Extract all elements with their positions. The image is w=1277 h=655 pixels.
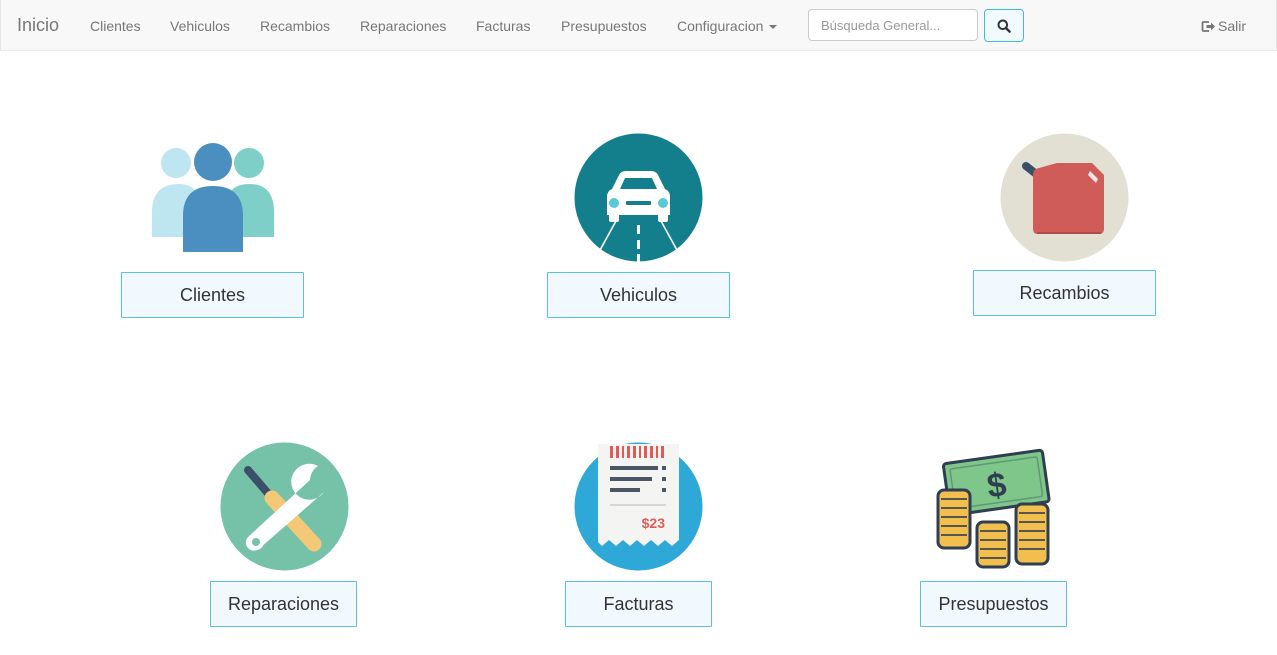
nav-presupuestos[interactable]: Presupuestos xyxy=(561,18,647,34)
tile-vehiculos-button[interactable]: Vehiculos xyxy=(547,272,730,318)
tile-clientes-button[interactable]: Clientes xyxy=(121,272,304,318)
tile-reparaciones-button[interactable]: Reparaciones xyxy=(210,581,357,627)
users-icon[interactable] xyxy=(149,140,277,254)
logout-icon xyxy=(1201,21,1215,32)
nav-clientes[interactable]: Clientes xyxy=(90,18,141,34)
nav-recambios[interactable]: Recambios xyxy=(260,18,330,34)
search-button[interactable] xyxy=(984,9,1024,42)
money-icon[interactable]: $ xyxy=(934,447,1052,571)
fuel-can-icon[interactable] xyxy=(1000,133,1129,262)
logout-link[interactable]: Salir xyxy=(1201,18,1246,34)
brand-home-link[interactable]: Inicio xyxy=(17,15,59,36)
receipt-amount: $23 xyxy=(642,515,666,531)
caret-down-icon xyxy=(769,25,778,30)
search-icon xyxy=(997,19,1011,33)
tile-presupuestos-button[interactable]: Presupuestos xyxy=(920,581,1067,627)
logout-label: Salir xyxy=(1218,18,1247,34)
nav-vehiculos[interactable]: Vehiculos xyxy=(170,18,230,34)
nav-configuracion-dropdown[interactable]: Configuracion xyxy=(677,18,778,34)
tools-icon[interactable] xyxy=(220,442,349,571)
receipt-icon[interactable]: $23 xyxy=(574,442,703,571)
navbar: Inicio Clientes Vehiculos Recambios Repa… xyxy=(0,0,1277,51)
tile-recambios-button[interactable]: Recambios xyxy=(973,270,1156,316)
tile-facturas-button[interactable]: Facturas xyxy=(565,581,712,627)
search-input[interactable] xyxy=(808,9,978,41)
car-icon[interactable] xyxy=(574,133,703,262)
nav-facturas[interactable]: Facturas xyxy=(476,18,530,34)
nav-reparaciones[interactable]: Reparaciones xyxy=(360,18,446,34)
nav-configuracion-label: Configuracion xyxy=(677,18,764,34)
